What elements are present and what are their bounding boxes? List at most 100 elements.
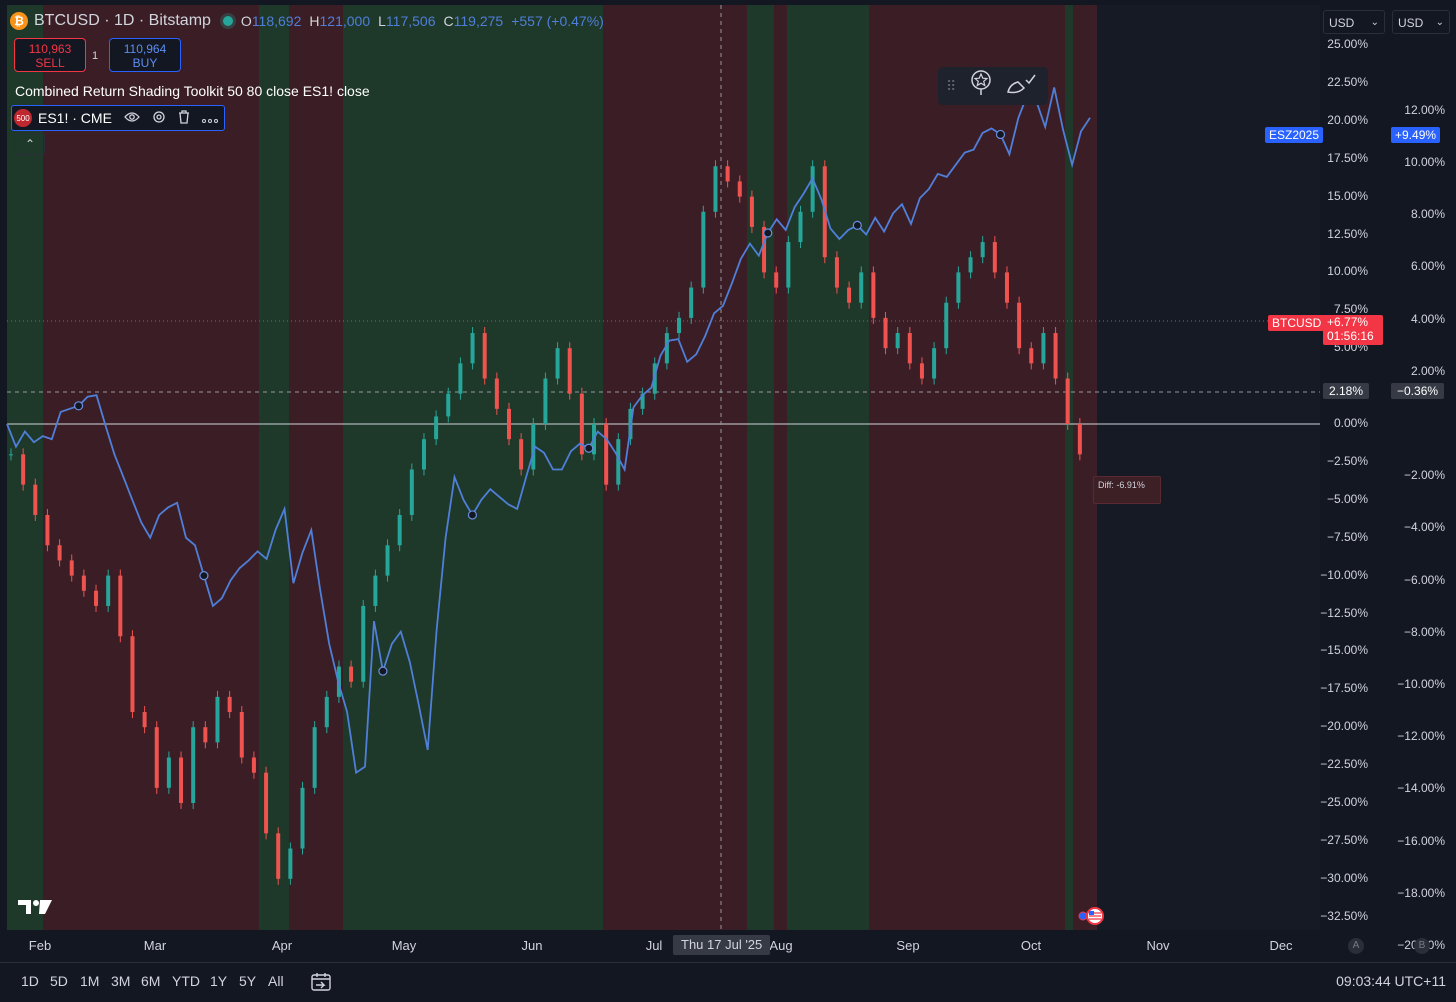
right-axis-tick: −8.00% bbox=[1403, 624, 1445, 639]
left-axis-tick: −2.50% bbox=[1326, 453, 1368, 468]
btc-candle-body bbox=[1065, 378, 1070, 424]
shading-band bbox=[603, 5, 667, 930]
btc-candle-body bbox=[944, 302, 949, 349]
btc-name-label: BTCUSD bbox=[1268, 315, 1326, 331]
btc-candle-body bbox=[69, 560, 74, 576]
sell-button[interactable]: 110,963 SELL bbox=[14, 38, 86, 72]
btc-candle-body bbox=[725, 166, 730, 182]
left-axis-tick: −5.00% bbox=[1326, 491, 1368, 506]
btc-candle-body bbox=[276, 833, 281, 879]
btc-candle-body bbox=[397, 514, 402, 546]
right-axis-tick: −12.00% bbox=[1397, 729, 1445, 744]
btc-candle-body bbox=[1004, 272, 1009, 303]
btc-candle-body bbox=[992, 242, 997, 273]
right-axis-tick: −2.00% bbox=[1403, 468, 1445, 483]
timeframe-button[interactable]: 6M bbox=[141, 973, 160, 989]
btc-candle-body bbox=[130, 636, 135, 713]
shading-band bbox=[869, 5, 967, 930]
btc-candle-body bbox=[713, 166, 718, 212]
tradingview-logo bbox=[18, 898, 52, 921]
btc-candle-body bbox=[349, 666, 354, 682]
btc-candle-body bbox=[191, 727, 196, 803]
btc-candle-body bbox=[1041, 333, 1046, 364]
shading-band bbox=[343, 5, 385, 930]
future-area bbox=[1090, 5, 1320, 930]
time-axis-label: Aug bbox=[769, 938, 793, 953]
buy-button[interactable]: 110,964 BUY bbox=[109, 38, 181, 72]
shading-band bbox=[117, 5, 149, 930]
right-axis-tick: −16.00% bbox=[1397, 833, 1445, 848]
collapse-legend-button[interactable]: ⌃ bbox=[15, 133, 45, 155]
btc-candle-body bbox=[9, 454, 13, 456]
btc-change-value: +6.77% bbox=[1327, 315, 1369, 329]
btc-candle-body bbox=[907, 333, 912, 364]
es1-marker bbox=[467, 510, 478, 520]
gear-icon[interactable] bbox=[152, 110, 166, 127]
btc-candle-body bbox=[470, 333, 475, 364]
left-axis-tick: −25.00% bbox=[1320, 795, 1368, 809]
btc-candle-body bbox=[142, 712, 147, 728]
symbol-title[interactable]: BTCUSD · 1D · Bitstamp bbox=[34, 12, 211, 30]
timeframe-button[interactable]: 1M bbox=[80, 973, 99, 989]
left-currency-select[interactable]: USD ⌄ bbox=[1323, 10, 1385, 34]
clock-timezone[interactable]: 09:03:44 UTC+11 bbox=[1336, 973, 1446, 989]
timeframe-button[interactable]: 5D bbox=[50, 973, 68, 989]
btc-candle-body bbox=[239, 712, 244, 758]
btc-candle-body bbox=[166, 757, 171, 788]
open-value: 118,692 bbox=[251, 13, 302, 29]
btc-candle-body bbox=[555, 348, 560, 379]
btc-candle-body bbox=[519, 439, 524, 470]
favorite-pin-icon[interactable] bbox=[970, 70, 992, 102]
btc-candle-body bbox=[215, 696, 220, 743]
axis-auto-button[interactable]: A bbox=[1348, 938, 1364, 954]
right-currency-value: USD bbox=[1398, 16, 1424, 30]
market-status-icon bbox=[222, 16, 233, 26]
esz-value-label: +9.49% bbox=[1391, 127, 1441, 143]
timeframe-button[interactable]: YTD bbox=[172, 973, 200, 989]
btc-candle-body bbox=[373, 575, 378, 606]
btc-candle-body bbox=[227, 696, 232, 713]
order-quantity[interactable]: 1 bbox=[92, 50, 98, 62]
btc-candle-body bbox=[21, 454, 26, 485]
chevron-down-icon: ⌄ bbox=[1435, 17, 1444, 28]
left-axis-tick: −12.50% bbox=[1320, 605, 1368, 620]
time-axis-label: Jun bbox=[521, 938, 543, 953]
btc-candle-body bbox=[677, 317, 682, 334]
brush-icon[interactable] bbox=[1006, 72, 1036, 100]
compare-symbol-row[interactable]: 500 ES1! · CME bbox=[11, 105, 225, 131]
right-axis-tick: −10.00% bbox=[1397, 677, 1445, 692]
left-axis-tick: −10.00% bbox=[1320, 567, 1368, 582]
us-flag-event-icon[interactable] bbox=[1077, 907, 1109, 930]
right-axis-tick: −14.00% bbox=[1397, 781, 1445, 796]
timeframe-button[interactable]: 1D bbox=[21, 973, 39, 989]
left-axis-tick: −32.50% bbox=[1320, 908, 1368, 923]
timeframe-button[interactable]: 5Y bbox=[239, 973, 256, 989]
axis-log-button[interactable]: B bbox=[1414, 938, 1430, 954]
chevron-down-icon: ⌄ bbox=[1370, 17, 1379, 28]
trash-icon[interactable] bbox=[178, 109, 190, 127]
left-axis-tick: −20.00% bbox=[1320, 719, 1368, 734]
eye-icon[interactable] bbox=[124, 111, 140, 126]
timeframe-button[interactable]: 3M bbox=[111, 973, 130, 989]
timeframe-button[interactable]: All bbox=[268, 973, 284, 989]
shading-band bbox=[385, 5, 470, 930]
btc-candle-body bbox=[1053, 333, 1058, 379]
right-axis-tick: 12.00% bbox=[1404, 102, 1445, 117]
more-icon[interactable] bbox=[201, 111, 218, 126]
drag-handle-icon[interactable]: ⠿ bbox=[946, 78, 956, 95]
right-axis-tick: 4.00% bbox=[1410, 311, 1445, 326]
chart-area[interactable] bbox=[0, 0, 1456, 962]
btc-candle-body bbox=[118, 575, 123, 637]
sell-price: 110,963 bbox=[28, 42, 72, 56]
shading-band bbox=[667, 5, 747, 930]
time-axis-label: Apr bbox=[271, 938, 293, 953]
btc-candle-body bbox=[883, 317, 888, 349]
timeframe-button[interactable]: 1Y bbox=[210, 973, 227, 989]
date-range-icon[interactable] bbox=[310, 971, 332, 998]
btc-candle-body bbox=[409, 469, 414, 515]
right-currency-select[interactable]: USD ⌄ bbox=[1392, 10, 1450, 34]
shading-band bbox=[236, 5, 259, 930]
high-value: 121,000 bbox=[319, 13, 371, 29]
indicator-label[interactable]: Combined Return Shading Toolkit 50 80 cl… bbox=[15, 83, 370, 99]
es1-marker bbox=[763, 228, 773, 238]
